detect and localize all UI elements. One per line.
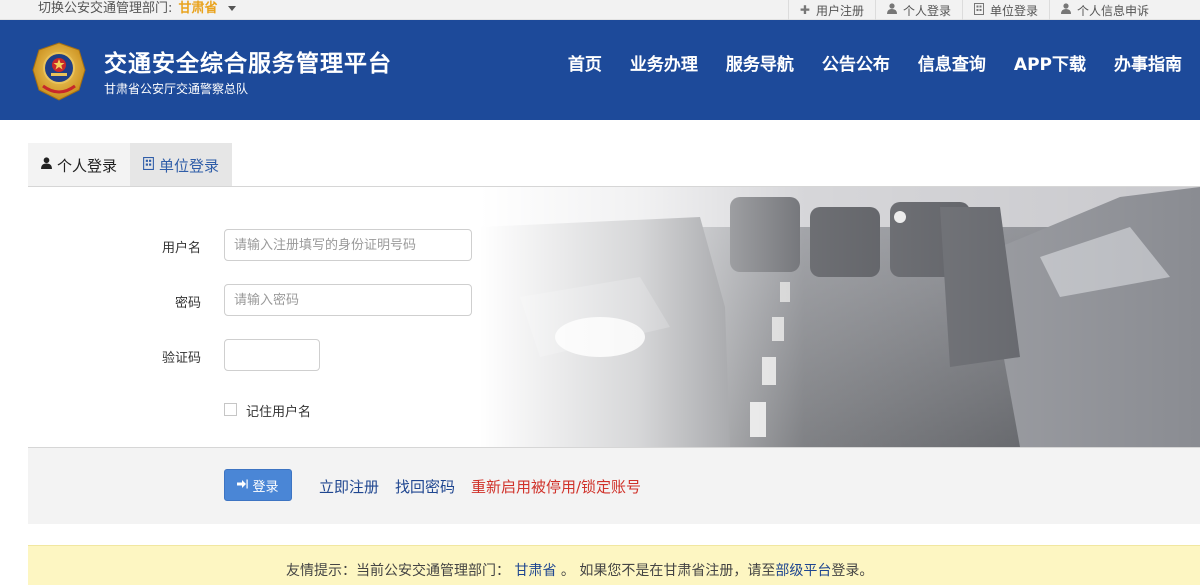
nav-item-announcements[interactable]: 公告公布 (822, 50, 890, 75)
caret-down-icon[interactable] (227, 6, 236, 11)
tab-label: 单位登录 (159, 156, 220, 175)
notice-middle: 。 如果您不是在甘肃省注册，请至 (560, 563, 776, 579)
building-icon (973, 2, 984, 18)
register-link[interactable]: 立即注册 (319, 476, 379, 497)
notice-dept: 甘肃省 (514, 563, 557, 579)
current-province[interactable]: 甘肃省 (179, 1, 218, 16)
top-link-appeal[interactable]: 个人信息申诉 (1048, 0, 1160, 20)
reactivate-account-link[interactable]: 重新启用被停用/锁定账号 (471, 476, 641, 497)
tab-personal-login[interactable]: 个人登录 (28, 143, 131, 187)
login-button-label: 登录 (252, 479, 279, 495)
nav-item-app-download[interactable]: APP下载 (1014, 50, 1086, 75)
login-button[interactable]: 登录 (224, 469, 292, 501)
department-switcher[interactable]: 切换公安交通管理部门: 甘肃省 (38, 0, 236, 17)
traffic-background-image (480, 187, 1200, 447)
nav-item-business[interactable]: 业务办理 (630, 50, 698, 75)
police-emblem-logo[interactable] (27, 40, 91, 104)
switch-label: 切换公安交通管理部门: (38, 1, 173, 16)
username-label: 用户名 (161, 241, 201, 256)
notice-prefix: 友情提示：当前公安交通管理部门： (286, 563, 510, 579)
user-icon (1060, 3, 1071, 17)
user-icon (886, 3, 897, 17)
username-input[interactable] (224, 229, 472, 261)
top-utility-bar: 切换公安交通管理部门: 甘肃省 ✚ 用户注册 个人登录 单位登录 个人信息申诉 (0, 0, 1200, 20)
recover-password-link[interactable]: 找回密码 (395, 476, 455, 497)
captcha-input[interactable] (224, 339, 320, 371)
site-subtitle: 甘肃省公安厅交通警察总队 (104, 82, 249, 96)
main-nav: 首页 业务办理 服务导航 公告公布 信息查询 APP下载 办事指南 (540, 50, 1182, 75)
top-link-label: 单位登录 (989, 3, 1038, 18)
site-title: 交通安全综合服务管理平台 (104, 51, 392, 77)
top-links: ✚ 用户注册 个人登录 单位登录 个人信息申诉 (787, 0, 1160, 20)
top-link-label: 个人登录 (902, 3, 951, 18)
top-link-personal-login[interactable]: 个人登录 (874, 0, 962, 20)
remember-username-checkbox[interactable] (224, 403, 237, 416)
notice-text: 友情提示：当前公安交通管理部门： 甘肃省 。 如果您不是在甘肃省注册，请至部级平… (286, 560, 873, 580)
nav-item-service-guide[interactable]: 服务导航 (726, 50, 794, 75)
top-link-label: 个人信息申诉 (1076, 3, 1149, 18)
user-icon (41, 157, 52, 173)
password-label: 密码 (174, 296, 201, 311)
tab-unit-login[interactable]: 单位登录 (130, 143, 233, 187)
notice-suffix: 登录。 (831, 563, 874, 579)
building-icon (143, 156, 154, 174)
captcha-label: 验证码 (161, 351, 201, 366)
top-link-label: 用户注册 (815, 3, 864, 18)
notice-banner: 友情提示：当前公安交通管理部门： 甘肃省 。 如果您不是在甘肃省注册，请至部级平… (28, 545, 1200, 585)
sign-in-icon (237, 478, 249, 492)
nav-item-home[interactable]: 首页 (568, 50, 602, 75)
password-input[interactable] (224, 284, 472, 316)
top-link-unit-login[interactable]: 单位登录 (961, 0, 1049, 20)
plus-icon: ✚ (799, 3, 810, 17)
login-tabs: 个人登录 单位登录 (28, 143, 233, 187)
nav-item-query[interactable]: 信息查询 (918, 50, 986, 75)
nav-item-guide[interactable]: 办事指南 (1114, 50, 1182, 75)
site-header: 交通安全综合服务管理平台 甘肃省公安厅交通警察总队 首页 业务办理 服务导航 公… (0, 20, 1200, 120)
tab-label: 个人登录 (57, 156, 118, 175)
ministry-platform-link[interactable]: 部级平台 (775, 563, 831, 579)
remember-username-label[interactable]: 记住用户名 (246, 401, 311, 420)
top-link-register[interactable]: ✚ 用户注册 (787, 0, 875, 20)
